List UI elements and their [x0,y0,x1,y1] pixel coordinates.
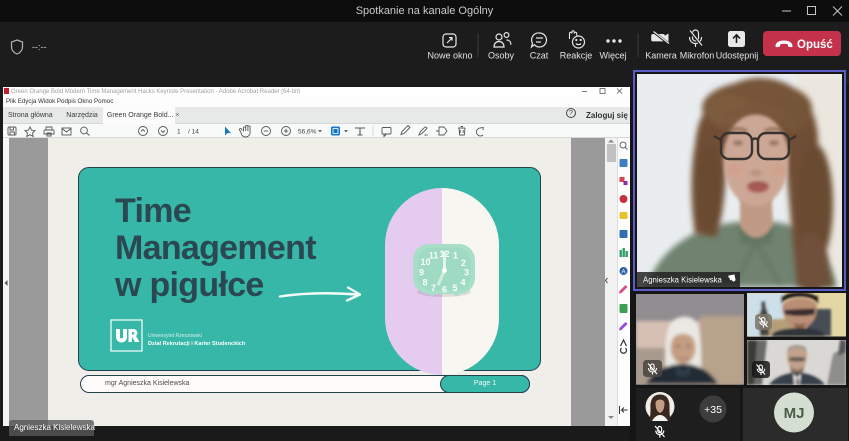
svg-text:/ 14: / 14 [188,129,199,136]
svg-text:1: 1 [177,129,181,136]
svg-text:Kamera: Kamera [645,51,677,61]
svg-text:Reakcje: Reakcje [560,51,593,61]
svg-text:Mikrofon: Mikrofon [680,51,715,61]
svg-text:5: 5 [452,283,457,293]
svg-text:MJ: MJ [784,405,805,422]
svg-text:7: 7 [431,283,436,293]
svg-text:Agnieszka Kisielewska: Agnieszka Kisielewska [643,276,723,285]
svg-text:Opuść: Opuść [797,39,833,51]
svg-text:3: 3 [464,268,469,278]
svg-text:11: 11 [429,251,439,261]
svg-text:56,6%: 56,6% [298,129,317,136]
svg-text:Osoby: Osoby [488,51,515,61]
svg-text:Czat: Czat [530,51,549,61]
svg-text:Udostępnij: Udostępnij [716,51,759,61]
svg-text:+35: +35 [704,404,722,416]
svg-text:2: 2 [461,258,466,268]
svg-text:4: 4 [460,278,465,288]
svg-text:Nowe okno: Nowe okno [427,51,472,61]
svg-text:9: 9 [419,268,424,278]
svg-text:6: 6 [442,285,447,295]
svg-text:1: 1 [453,251,458,261]
svg-text:Więcej: Więcej [599,51,626,61]
svg-text:--:--: --:-- [32,42,47,52]
svg-text:8: 8 [422,278,427,288]
svg-text:A: A [621,270,625,276]
